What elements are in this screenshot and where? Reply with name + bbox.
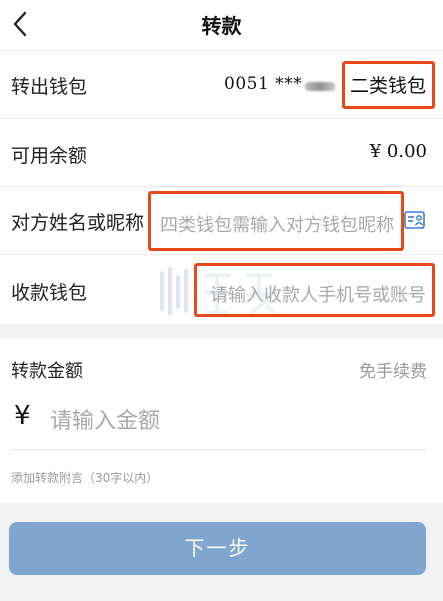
highlight-box-wallet-type <box>342 61 435 109</box>
from-wallet-row[interactable]: 转出钱包 0051 *** 二类钱包 <box>0 50 443 118</box>
balance-row: 可用余额 ¥ 0.00 <box>0 118 443 186</box>
contact-card-icon[interactable] <box>404 211 425 229</box>
recipient-name-row: 对方姓名或昵称 四类钱包需输入对方钱包昵称 <box>0 186 443 254</box>
page-title: 转款 <box>201 14 242 38</box>
recipient-name-label: 对方姓名或昵称 <box>11 212 145 234</box>
amount-divider <box>11 449 427 450</box>
masked-account-blur <box>305 82 335 91</box>
balance-label: 可用余额 <box>11 145 88 167</box>
amount-label: 转款金额 <box>11 361 83 382</box>
receiving-wallet-row: 收款钱包 请输入收款人手机号或账号 <box>0 254 443 324</box>
section-divider <box>0 324 443 339</box>
from-wallet-label: 转出钱包 <box>11 76 88 98</box>
amount-input[interactable]: 请输入金额 <box>50 403 160 435</box>
balance-value: ¥ 0.00 <box>369 141 427 162</box>
highlight-box-recipient-name <box>148 191 404 251</box>
remark-input[interactable]: 添加转款附言（30字以内） <box>11 469 158 486</box>
highlight-box-receiving-wallet <box>194 263 435 317</box>
header-bar: 转款 <box>0 0 443 50</box>
amount-panel: 转款金额 免手续费 ¥ 请输入金额 添加转款附言（30字以内） <box>0 339 443 503</box>
next-button[interactable]: 下一步 <box>9 522 426 575</box>
account-number: 0051 *** <box>224 74 303 94</box>
currency-symbol: ¥ <box>14 401 31 431</box>
receiving-wallet-label: 收款钱包 <box>11 282 88 304</box>
fee-label: 免手续费 <box>359 362 427 382</box>
